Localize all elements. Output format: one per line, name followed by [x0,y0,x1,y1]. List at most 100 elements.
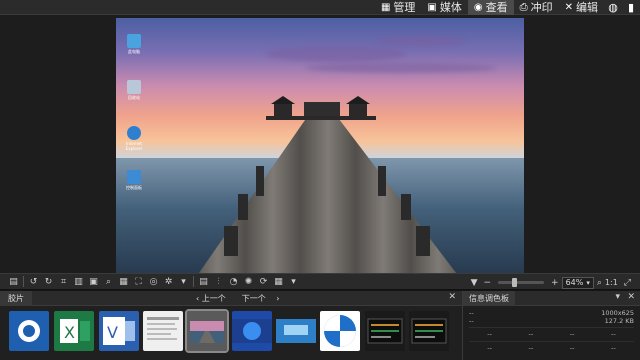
info-row-left: -- [469,309,474,317]
desktop-icon-label: Internet Explorer [125,141,143,151]
eye-icon: ◉ [473,1,483,13]
fullscreen-icon[interactable]: ▣ [88,276,99,287]
internet-explorer-icon [127,126,141,140]
tab-view[interactable]: ◉ 查看 [467,0,514,15]
exif-grid-row: -- -- -- -- [469,341,634,353]
image-viewer-app: ▦ 管理 ▣ 媒体 ◉ 查看 ⎙ 冲印 ✕ 编辑 ◍ ▮ 此电脑 回收站 Int… [0,0,640,360]
globe-icon[interactable]: ◍ [604,0,622,15]
displayed-photo[interactable]: 此电脑 回收站 Internet Explorer 控制面板 [116,18,524,286]
desktop-icon-ie[interactable]: Internet Explorer [121,126,147,151]
dropdown-arrow-icon-2[interactable]: ▾ [288,276,299,287]
image-viewer-area[interactable]: 此电脑 回收站 Internet Explorer 控制面板 [0,15,640,286]
prev-image-button[interactable]: ‹ 上一个 [196,293,234,304]
svg-text:X: X [64,323,75,342]
levels-icon[interactable]: ⫶ [213,276,224,287]
image-dimensions: 1000x625 [601,309,634,317]
thumbnail-blue-wallpaper[interactable] [276,311,316,351]
rotate-right-icon[interactable]: ↻ [43,276,54,287]
desktop-icon-control-panel[interactable]: 控制面板 [121,170,147,190]
tab-media[interactable]: ▣ 媒体 [421,0,467,15]
thumbnail-visio[interactable]: V [99,311,139,351]
info-palette-title[interactable]: 信息调色板 [463,290,515,306]
timer-icon[interactable]: ◔ [228,276,239,287]
desktop-icon-label: 此电脑 [128,49,140,54]
thumbnail-excel[interactable]: X [54,311,94,351]
zoom-slider[interactable] [498,278,545,287]
zoom-controls: ▼ − + 64% ▾ ⌕ 1:1 ⤢ [468,276,634,289]
control-panel-icon [127,170,141,184]
viewer-toolbar: ▤ ↺ ↻ ⌗ ▥ ▣ ⌕ ▦ ⛶ ◎ ✲ ▾ ▤ ⫶ ◔ ✺ ⟳ ▦ ▾ ▼ … [0,273,640,290]
compare-icon[interactable]: ▦ [118,276,129,287]
tab-edit-label: 编辑 [576,1,598,14]
exif-cell: -- [487,330,492,338]
desktop-icon-this-pc[interactable]: 此电脑 [121,34,147,54]
edit-tools-icon: ✕ [564,1,573,13]
stats-icon[interactable]: ▮ [622,0,640,15]
settings-icon[interactable]: ✲ [163,276,174,287]
info-row: -- 1000x625 [469,309,634,317]
chevron-down-icon: ▾ [586,278,590,287]
tab-print[interactable]: ⎙ 冲印 [514,0,559,15]
collapse-arrow-icon[interactable]: ▼ [471,278,478,288]
recycle-bin-icon [127,80,141,94]
exif-cell: -- [569,344,575,352]
fit-icon[interactable]: ⛶ [133,276,144,287]
zoom-out-icon[interactable]: − [483,278,491,288]
dropdown-arrow-icon[interactable]: ▾ [178,276,189,287]
tab-print-label: 冲印 [530,1,553,14]
redeye-icon[interactable]: ◎ [148,276,159,287]
exif-cell: -- [528,344,534,352]
close-icon[interactable]: ✕ [627,292,635,302]
thumbnail-pier-photo[interactable] [185,309,229,353]
save-icon[interactable]: ▤ [8,276,19,287]
thumbnail-camera-app[interactable] [9,311,49,351]
media-icon: ▣ [427,1,437,13]
grid-icon: ▦ [380,1,391,13]
filmstrip-title[interactable]: 胶片 [0,290,32,306]
effects-icon[interactable]: ✺ [243,276,254,287]
info-row: -- 127.2 KB [469,317,634,325]
thumbnail-blue-logo[interactable] [320,311,360,351]
grid-view-icon[interactable]: ▦ [273,276,284,287]
prev-image-label: 上一个 [201,294,226,303]
pier-illustration [190,96,466,286]
tab-media-label: 媒体 [439,1,462,14]
computer-icon [127,34,141,48]
tab-view-label: 查看 [485,1,508,14]
filmstrip-nav: ‹ 上一个 下一个 › [196,291,288,306]
mode-bar: ▦ 管理 ▣ 媒体 ◉ 查看 ⎙ 冲印 ✕ 编辑 ◍ ▮ [0,0,640,15]
thumbnail-windows-wallpaper[interactable] [232,311,272,351]
thumbnail-dark-screenshot[interactable] [365,311,405,351]
rotate-left-icon[interactable]: ↺ [28,276,39,287]
tab-edit[interactable]: ✕ 编辑 [559,0,604,15]
info-palette: 信息调色板 ▾ ✕ -- 1000x625 -- 127.2 KB -- -- … [462,290,640,360]
desktop-icon-label: 控制面板 [126,185,142,190]
pin-icon[interactable]: ▾ [615,292,620,302]
svg-text:V: V [107,323,118,342]
thumbnail-dark-screenshot-2[interactable] [409,311,449,351]
thumbnail-document[interactable] [143,311,183,351]
file-size: 127.2 KB [604,317,634,325]
tab-manage-label: 管理 [393,1,416,14]
filmstrip-panel: 胶片 ‹ 上一个 下一个 › ✕ X V [0,290,462,360]
toolbar-divider [193,276,194,287]
exif-cell: -- [569,330,575,338]
close-icon[interactable]: ✕ [448,292,456,302]
straighten-icon[interactable]: ▥ [73,276,84,287]
fit-to-window-icon[interactable]: ⤢ [624,278,631,288]
zoom-in-icon[interactable]: + [551,278,559,288]
zoom-slider-knob[interactable] [512,278,518,287]
magnifier-icon[interactable]: ⌕ [597,278,602,288]
refresh-icon[interactable]: ⟳ [258,276,269,287]
next-image-button[interactable]: 下一个 › [242,293,280,304]
zoom-icon[interactable]: ⌕ [103,276,114,287]
layout-icon[interactable]: ▤ [198,276,209,287]
tab-manage[interactable]: ▦ 管理 [375,0,421,15]
info-palette-header: 信息调色板 ▾ ✕ [463,290,640,306]
thumbnail-strip[interactable]: X V [0,306,462,360]
exif-cell: -- [611,344,616,352]
actual-size-button[interactable]: 1:1 [605,278,618,287]
desktop-icon-recycle-bin[interactable]: 回收站 [121,80,147,100]
zoom-percent-select[interactable]: 64% ▾ [561,276,594,289]
crop-icon[interactable]: ⌗ [58,276,69,287]
